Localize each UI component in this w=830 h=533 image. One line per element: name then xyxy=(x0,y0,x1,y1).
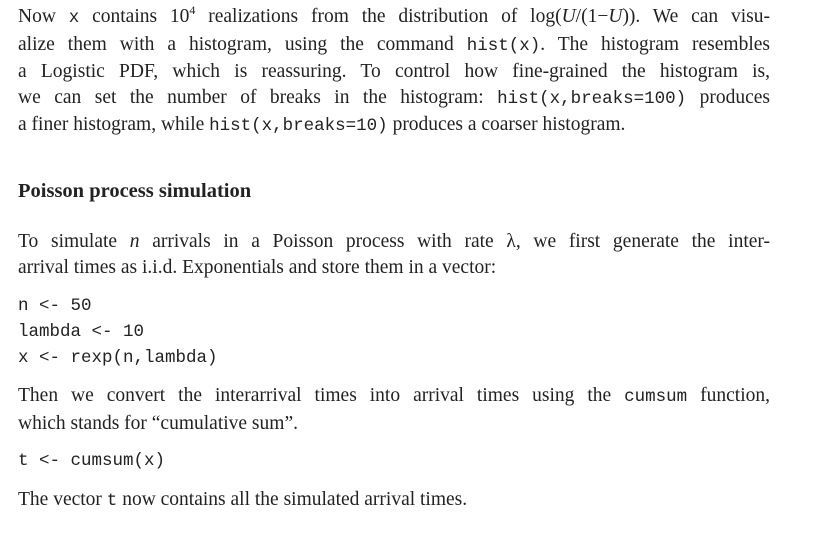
inline-code: x xyxy=(68,8,80,28)
intro-line-4: we can set the number of breaks in the h… xyxy=(18,85,770,113)
text: Now xyxy=(18,6,69,27)
math-variable: U xyxy=(561,6,576,27)
text: contains 10 xyxy=(79,6,190,27)
section-heading: Poisson process simulation xyxy=(18,180,252,202)
code-line: t <- cumsum(x) xyxy=(18,451,166,471)
code-block-simulate: n <- 50 lambda <- 10 x <- rexp(n,lambda) xyxy=(18,293,218,371)
text: we can set the number of breaks in the h… xyxy=(18,86,498,108)
text: alize them with a histogram, using the c… xyxy=(18,33,467,55)
inline-code: hist(x,breaks=10) xyxy=(209,116,388,137)
cumsum-line-1: Then we convert the interarrival times i… xyxy=(18,383,770,411)
text: now contains all the simulated arrival t… xyxy=(117,489,468,510)
inline-code: hist(x,breaks=100) xyxy=(497,88,687,109)
text: )). We can visu- xyxy=(622,6,770,27)
text: a finer histogram, while xyxy=(18,114,210,136)
intro-line-3: a Logistic PDF, which is reassuring. To … xyxy=(18,61,770,83)
text: arrivals in a Poisson process with rate … xyxy=(139,231,770,252)
code-block-cumsum: t <- cumsum(x) xyxy=(18,448,165,474)
text: produces xyxy=(686,86,770,108)
inline-code: cumsum xyxy=(624,387,688,407)
code-line: lambda <- 10 xyxy=(18,322,145,342)
inline-code: t xyxy=(106,491,118,511)
intro-line-1: Now x contains 104 realizations from the… xyxy=(18,4,770,32)
cumsum-paragraph: Then we convert the interarrival times i… xyxy=(18,383,770,436)
text: To simulate xyxy=(18,231,130,252)
document-page: Now x contains 104 realizations from the… xyxy=(0,0,830,533)
text: /(1− xyxy=(575,6,609,27)
text: function, xyxy=(687,385,770,406)
text: The vector xyxy=(18,489,107,510)
text: produces a coarser histogram. xyxy=(387,114,626,136)
final-line: The vector t now contains all the simula… xyxy=(18,487,770,515)
poisson-paragraph: To simulate n arrivals in a Poisson proc… xyxy=(18,229,770,280)
cumsum-line-2: which stands for “cumulative sum”. xyxy=(18,412,298,434)
inline-code: hist(x) xyxy=(466,35,541,56)
poisson-line-2: arrival times as i.i.d. Exponentials and… xyxy=(18,256,497,278)
math-variable: U xyxy=(608,6,623,27)
intro-line-5: a finer histogram, while hist(x,breaks=1… xyxy=(18,112,770,140)
text: . The histogram resembles xyxy=(540,33,770,55)
intro-line-2: alize them with a histogram, using the c… xyxy=(18,32,770,60)
code-line: x <- rexp(n,lambda) xyxy=(18,348,218,368)
poisson-line-1: To simulate n arrivals in a Poisson proc… xyxy=(18,229,770,255)
text: realizations from the distribution of lo… xyxy=(195,6,562,27)
math-variable: n xyxy=(129,231,140,252)
final-paragraph: The vector t now contains all the simula… xyxy=(18,487,770,515)
code-line: n <- 50 xyxy=(18,296,92,316)
text: Then we convert the interarrival times i… xyxy=(18,385,625,406)
intro-paragraph: Now x contains 104 realizations from the… xyxy=(18,4,770,140)
